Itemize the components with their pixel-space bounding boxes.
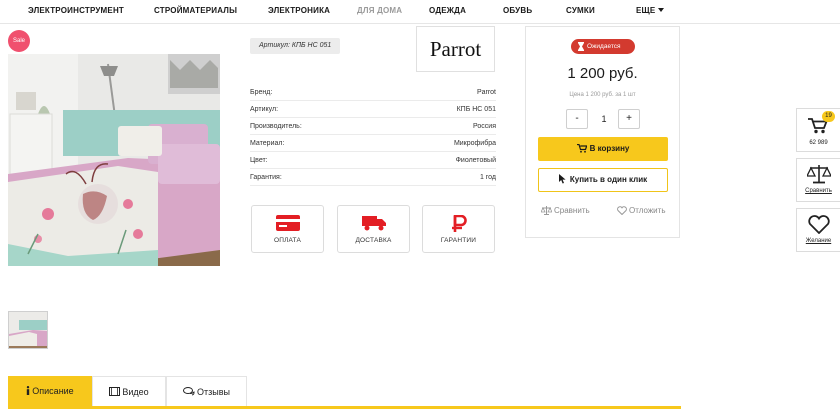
- buy-one-click-label: Купить в один клик: [569, 175, 648, 184]
- heart-icon: [808, 215, 830, 234]
- spec-key: Цвет:: [250, 157, 268, 164]
- spec-row-sku: Артикул: КПБ НС 051: [250, 101, 496, 118]
- floating-wishlist-widget[interactable]: Желание: [796, 208, 840, 252]
- top-navigation: ЭЛЕКТРОИНСТРУМЕНТ СТРОЙМАТЕРИАЛЫ ЭЛЕКТРО…: [0, 0, 840, 24]
- feature-label: ДОСТАВКА: [355, 237, 392, 244]
- buy-one-click-button[interactable]: Купить в один клик: [538, 168, 668, 192]
- tab-video[interactable]: Видео: [92, 376, 166, 406]
- thumbnail-image: [9, 312, 47, 348]
- nav-more-label: ЕЩЕ: [636, 6, 656, 15]
- spec-row-color: Цвет: Фиолетовый: [250, 152, 496, 169]
- cart-icon: [576, 143, 588, 153]
- spec-key: Гарантия:: [250, 174, 282, 181]
- brand-logo[interactable]: Parrot: [416, 26, 495, 72]
- compare-widget-label: Сравнить: [805, 188, 832, 194]
- scales-icon: [540, 206, 553, 215]
- nav-item-bags[interactable]: СУМКИ: [566, 6, 595, 15]
- tab-description[interactable]: Описание: [8, 376, 92, 406]
- feature-label: ОПЛАТА: [273, 237, 302, 244]
- spec-row-manufacturer: Производитель: Россия: [250, 118, 496, 135]
- tab-label: Отзывы: [197, 387, 230, 397]
- spec-value: КПБ НС 051: [456, 106, 496, 113]
- truck-icon: [361, 216, 386, 231]
- quantity-increase-button[interactable]: +: [618, 109, 640, 129]
- specs-table: Бренд: Parrot Артикул: КПБ НС 051 Производ…: [250, 84, 496, 186]
- sale-badge: Sale: [8, 30, 30, 52]
- spec-row-warranty: Гарантия: 1 год: [250, 169, 496, 186]
- spec-row-brand: Бренд: Parrot: [250, 84, 496, 101]
- spec-value: Россия: [473, 123, 496, 130]
- nav-item-home[interactable]: ДЛЯ ДОМА: [357, 6, 402, 15]
- spec-value: Фиолетовый: [455, 157, 496, 164]
- compare-label: Сравнить: [554, 206, 590, 215]
- ruble-icon: [451, 215, 467, 232]
- nav-item-clothing[interactable]: ОДЕЖДА: [429, 6, 466, 15]
- floating-compare-widget[interactable]: Сравнить: [796, 158, 840, 202]
- spec-key: Артикул:: [250, 106, 279, 113]
- price-per-unit: Цена 1 200 руб. за 1 шт: [569, 92, 636, 98]
- info-icon: [27, 386, 30, 395]
- film-icon: [109, 387, 121, 396]
- hourglass-icon: [578, 42, 584, 51]
- tabs-underline: [8, 406, 681, 409]
- heart-icon: [617, 206, 627, 216]
- nav-item-building-materials[interactable]: СТРОЙМАТЕРИАЛЫ: [154, 6, 237, 15]
- add-to-cart-button[interactable]: В корзину: [538, 137, 668, 161]
- spec-value: 1 год: [479, 174, 496, 181]
- wishlist-widget-label: Желание: [805, 238, 832, 244]
- delivery-info-button[interactable]: ДОСТАВКА: [337, 205, 410, 253]
- nav-item-shoes[interactable]: ОБУВЬ: [503, 6, 532, 15]
- nav-item-more[interactable]: ЕЩЕ: [636, 6, 665, 15]
- product-image[interactable]: [8, 54, 220, 266]
- comments-icon: [183, 387, 195, 396]
- availability-text: Ожидается: [587, 43, 621, 50]
- spec-row-material: Материал: Микрофибра: [250, 135, 496, 152]
- nav-item-electronics[interactable]: ЭЛЕКТРОНИКА: [268, 6, 330, 15]
- availability-badge: Ожидается: [571, 39, 635, 54]
- spec-key: Материал:: [250, 140, 285, 147]
- compare-link[interactable]: Сравнить: [540, 206, 590, 215]
- guarantee-info-button[interactable]: ГАРАНТИИ: [422, 205, 495, 253]
- tab-label: Видео: [122, 387, 149, 397]
- cursor-icon: [558, 174, 566, 184]
- spec-key: Производитель:: [250, 123, 302, 130]
- spec-value: Микрофибра: [453, 140, 496, 147]
- product-price: 1 200 руб.: [567, 65, 638, 82]
- scales-icon: [807, 165, 831, 184]
- cart-count-badge: 19: [822, 111, 835, 122]
- spec-value: Parrot: [476, 89, 496, 96]
- cart-total: 62 989: [809, 140, 828, 146]
- spec-key: Бренд:: [250, 89, 273, 96]
- feature-label: ГАРАНТИИ: [440, 237, 477, 244]
- tab-label: Описание: [32, 386, 74, 396]
- quantity-decrease-button[interactable]: -: [566, 109, 588, 129]
- credit-card-icon: [275, 215, 300, 231]
- bedding-photo: [8, 54, 220, 266]
- add-to-cart-label: В корзину: [589, 144, 630, 153]
- nav-item-power-tools[interactable]: ЭЛЕКТРОИНСТРУМЕНТ: [28, 6, 124, 15]
- payment-info-button[interactable]: ОПЛАТА: [251, 205, 324, 253]
- product-thumbnail[interactable]: [8, 311, 48, 349]
- tab-reviews[interactable]: Отзывы: [166, 376, 247, 406]
- wishlist-link[interactable]: Отложить: [617, 206, 666, 216]
- quantity-input[interactable]: 1: [592, 109, 616, 129]
- sku-pill: Артикул: КПБ НС 051: [250, 38, 341, 54]
- wishlist-label: Отложить: [629, 206, 666, 215]
- chevron-down-icon: [658, 8, 665, 12]
